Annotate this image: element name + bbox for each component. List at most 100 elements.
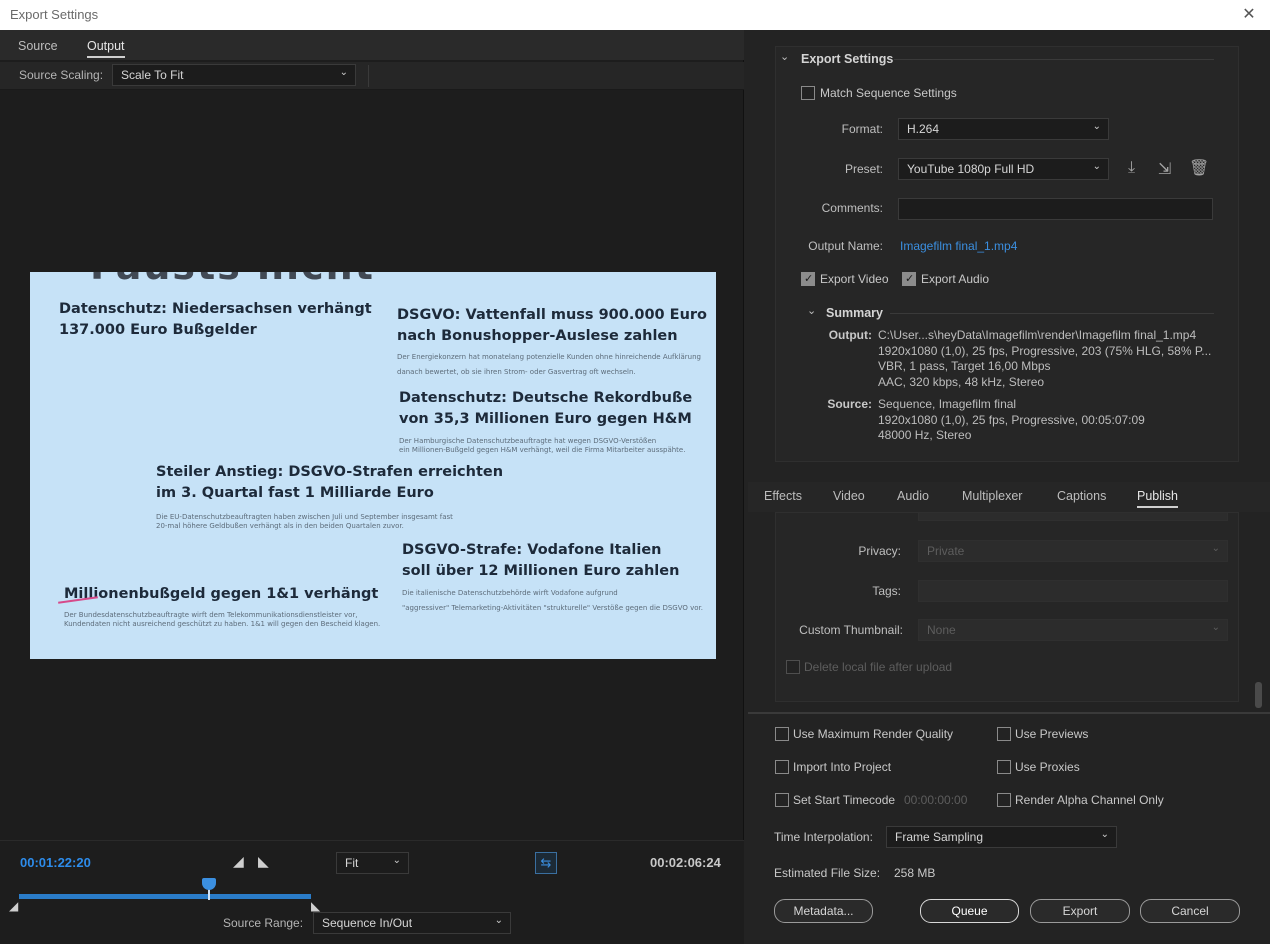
output-name-link[interactable]: Imagefilm final_1.mp4 <box>900 239 1017 253</box>
use-proxies-checkbox[interactable] <box>997 760 1011 774</box>
source-range-dropdown[interactable]: Sequence In/Out ⌄ <box>313 912 511 934</box>
preset-value: YouTube 1080p Full HD <box>907 162 1035 176</box>
comments-input[interactable] <box>898 198 1213 220</box>
divider <box>748 712 1270 714</box>
render-alpha-label: Render Alpha Channel Only <box>1015 793 1164 807</box>
divider <box>890 313 1214 314</box>
start-timecode-value[interactable]: 00:00:00:00 <box>904 793 967 807</box>
mark-in-icon[interactable]: ◢ <box>233 853 244 870</box>
range-in-handle[interactable]: ◢ <box>9 899 18 913</box>
use-previews-checkbox[interactable] <box>997 727 1011 741</box>
zoom-level-value: Fit <box>345 856 359 870</box>
collapse-chevron-icon[interactable]: ⌄ <box>780 50 789 63</box>
chevron-down-icon: ⌄ <box>339 67 348 78</box>
chevron-down-icon: ⌄ <box>1092 121 1101 132</box>
format-dropdown[interactable]: H.264 ⌄ <box>898 118 1109 140</box>
article-headline: Steiler Anstieg: DSGVO-Strafen erreichte… <box>156 464 504 501</box>
import-into-project-label: Import Into Project <box>793 760 892 774</box>
summary-source-text: Sequence, Imagefilm final 1920x1080 (1,0… <box>878 397 1145 442</box>
max-render-quality-checkbox[interactable] <box>775 727 789 741</box>
scrollbar-thumb[interactable] <box>1255 682 1262 708</box>
article-body: Der Bundesdatenschutzbeauftragte wirft d… <box>64 611 381 628</box>
current-timecode[interactable]: 00:01:22:20 <box>20 855 91 870</box>
article-headline: Datenschutz: Niedersachsen verhängt 137.… <box>59 301 372 338</box>
file-size-value: 258 MB <box>894 866 936 880</box>
tab-audio[interactable]: Audio <box>897 489 929 503</box>
mark-out-icon[interactable]: ◣ <box>258 853 269 870</box>
cancel-button[interactable]: Cancel <box>1140 899 1240 923</box>
faint-top-text: Fausts nicht <box>90 272 375 288</box>
article-body: Die italienische Datenschutzbehörde wirf… <box>402 589 703 612</box>
summary-header: Summary <box>826 306 883 320</box>
close-icon[interactable]: ✕ <box>1240 4 1258 24</box>
article-headline: DSGVO-Strafe: Vodafone Italien soll über… <box>402 542 680 579</box>
privacy-dropdown[interactable]: Private ⌄ <box>918 540 1228 562</box>
export-settings-header: Export Settings <box>801 52 894 66</box>
chevron-down-icon: ⌄ <box>392 855 401 866</box>
export-button[interactable]: Export <box>1030 899 1130 923</box>
delete-local-label: Delete local file after upload <box>804 660 953 674</box>
metadata-button[interactable]: Metadata... <box>774 899 873 923</box>
aspect-correction-icon[interactable]: ⇆ <box>535 852 557 874</box>
chevron-down-icon: ⌄ <box>494 915 503 926</box>
article-headline: Millionenbußgeld gegen 1&1 verhängt <box>64 586 379 602</box>
tab-video[interactable]: Video <box>833 489 865 503</box>
custom-thumbnail-dropdown[interactable]: None ⌄ <box>918 619 1228 641</box>
privacy-value: Private <box>927 544 965 558</box>
tags-input[interactable] <box>918 580 1228 602</box>
export-video-checkbox[interactable] <box>801 272 815 286</box>
summary-source-label: Source: <box>827 397 872 411</box>
preset-dropdown[interactable]: YouTube 1080p Full HD ⌄ <box>898 158 1109 180</box>
source-scaling-bar: Source Scaling: Scale To Fit ⌄ <box>0 62 744 90</box>
article-body: Die EU-Datenschutzbeauftragten haben zwi… <box>156 513 453 530</box>
export-audio-label: Export Audio <box>921 272 990 286</box>
tab-source[interactable]: Source <box>18 39 58 53</box>
zoom-level-dropdown[interactable]: Fit ⌄ <box>336 852 409 874</box>
video-preview-frame: Fausts nicht Datenschutz: Niedersachsen … <box>30 272 716 659</box>
queue-button[interactable]: Queue <box>920 899 1019 923</box>
export-audio-checkbox[interactable] <box>902 272 916 286</box>
tab-publish[interactable]: Publish <box>1137 489 1178 508</box>
delete-local-checkbox[interactable] <box>786 660 800 674</box>
range-out-handle[interactable]: ◣ <box>311 899 320 913</box>
summary-chevron-icon[interactable]: ⌄ <box>807 304 816 317</box>
save-preset-icon[interactable]: ⤓ <box>1128 159 1135 177</box>
summary-output-text: C:\User...s\heyData\Imagefilm\render\Ima… <box>878 328 1212 389</box>
time-interpolation-dropdown[interactable]: Frame Sampling ⌄ <box>886 826 1117 848</box>
match-sequence-checkbox[interactable] <box>801 86 815 100</box>
export-video-label: Export Video <box>820 272 889 286</box>
tab-effects[interactable]: Effects <box>764 489 802 503</box>
source-scaling-value: Scale To Fit <box>121 68 184 82</box>
use-proxies-label: Use Proxies <box>1015 760 1080 774</box>
time-interpolation-label: Time Interpolation: <box>774 830 873 844</box>
chevron-down-icon: ⌄ <box>1211 622 1220 633</box>
title-bar: Export Settings ✕ <box>0 0 1270 30</box>
render-alpha-checkbox[interactable] <box>997 793 1011 807</box>
import-into-project-checkbox[interactable] <box>775 760 789 774</box>
tab-multiplexer[interactable]: Multiplexer <box>962 489 1022 503</box>
comments-label: Comments: <box>821 201 883 215</box>
summary-output-label: Output: <box>828 328 872 342</box>
start-timecode-checkbox[interactable] <box>775 793 789 807</box>
format-value: H.264 <box>907 122 940 136</box>
match-sequence-label: Match Sequence Settings <box>820 86 957 100</box>
custom-thumbnail-label: Custom Thumbnail: <box>799 623 903 637</box>
scrolled-field <box>918 512 1228 521</box>
article-body: Der Hamburgische Datenschutzbeauftragte … <box>399 437 686 454</box>
format-label: Format: <box>841 122 883 136</box>
window-title: Export Settings <box>10 7 99 22</box>
article-body: Der Energiekonzern hat monatelang potenz… <box>397 353 701 376</box>
tab-captions[interactable]: Captions <box>1057 489 1106 503</box>
output-name-label: Output Name: <box>808 239 883 253</box>
duration-timecode: 00:02:06:24 <box>650 855 721 870</box>
import-preset-icon[interactable]: ⇲ <box>1158 159 1171 179</box>
tags-label: Tags: <box>872 584 901 598</box>
source-scaling-label: Source Scaling: <box>19 68 104 82</box>
delete-preset-icon[interactable]: 🗑 <box>1189 158 1209 178</box>
chevron-down-icon: ⌄ <box>1211 543 1220 554</box>
timeline-range-bar[interactable] <box>19 894 311 899</box>
source-scaling-dropdown[interactable]: Scale To Fit ⌄ <box>112 64 356 86</box>
tab-output[interactable]: Output <box>87 39 125 58</box>
file-size-label: Estimated File Size: <box>774 866 881 880</box>
divider <box>368 65 369 87</box>
